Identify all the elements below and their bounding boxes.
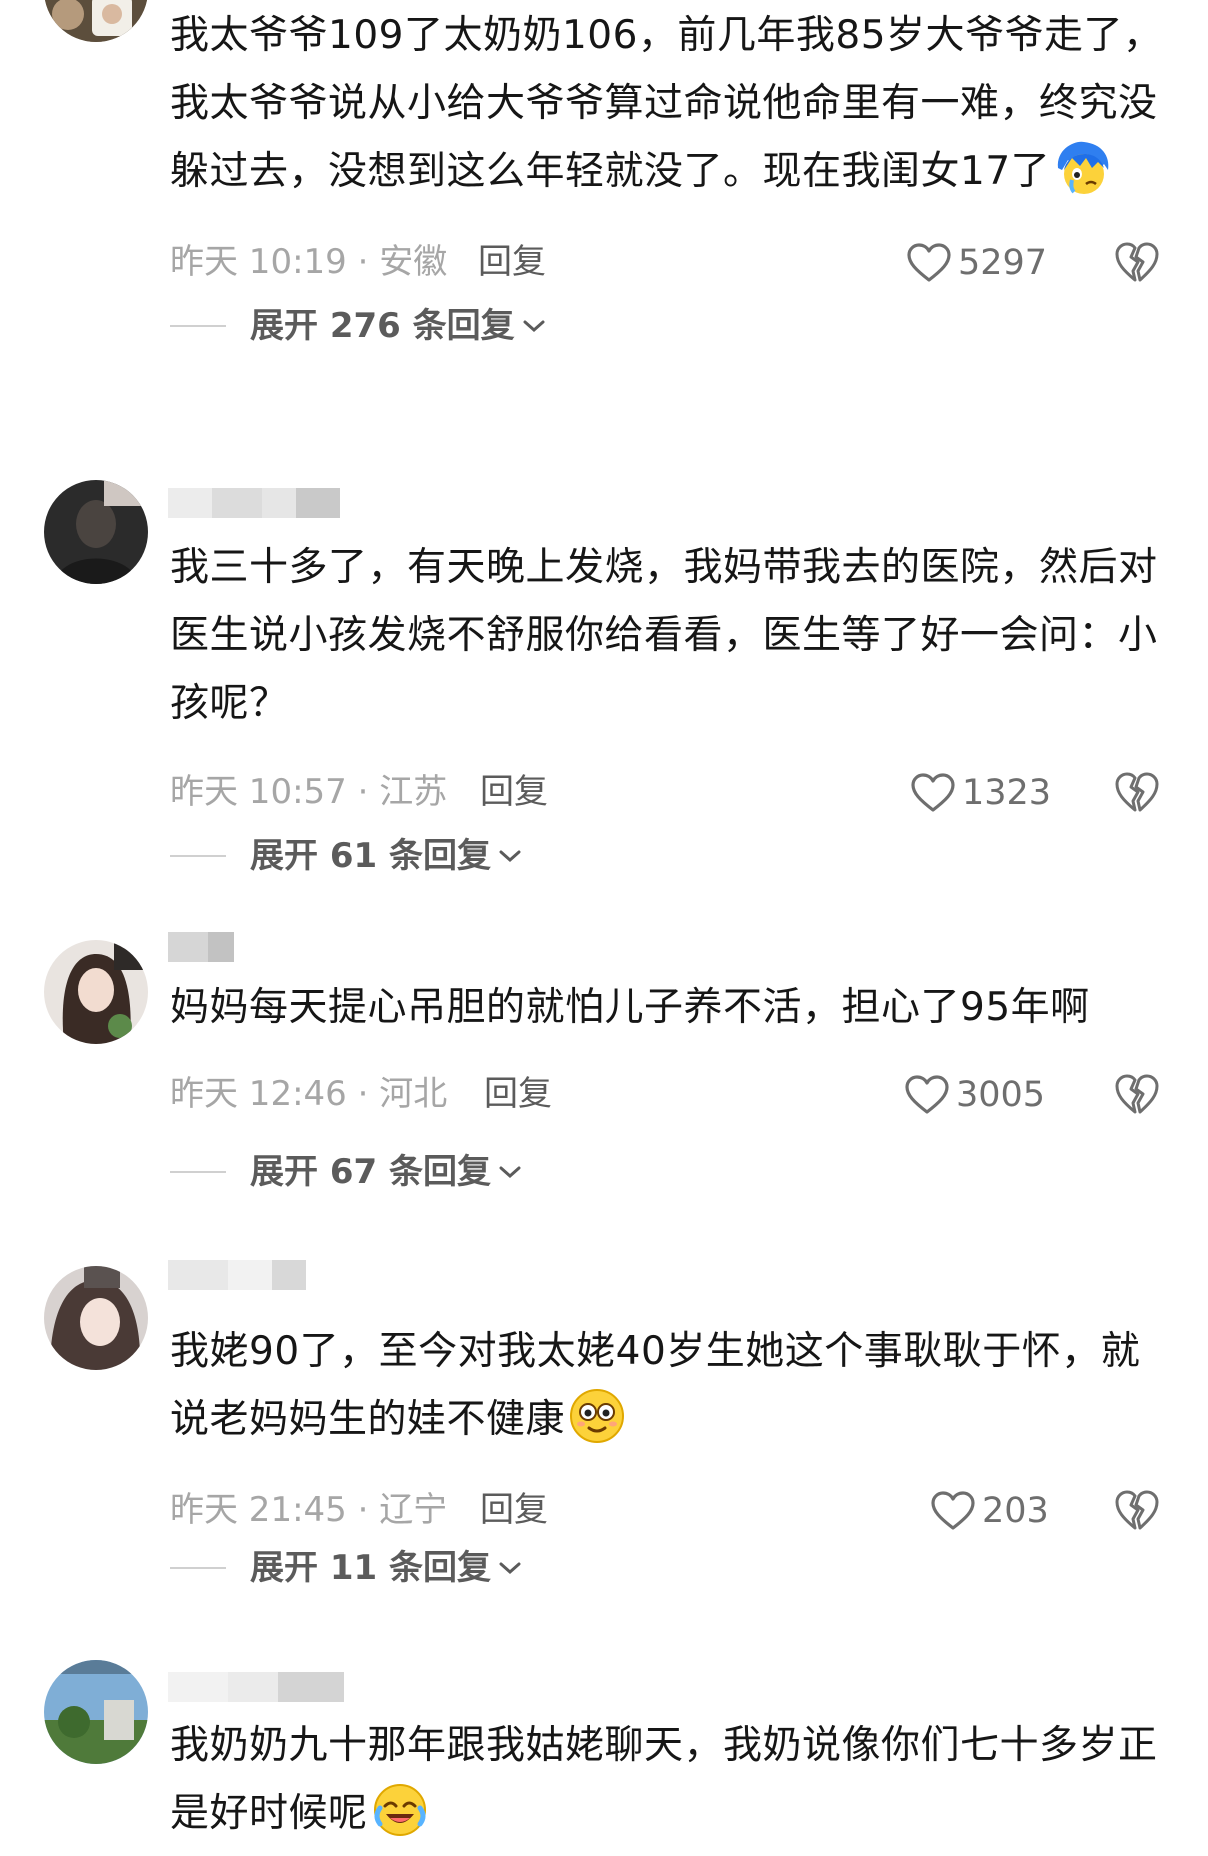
dislike-button[interactable] [1114, 1488, 1160, 1532]
divider-line [170, 855, 226, 857]
like-count: 3005 [956, 1075, 1046, 1115]
username-redacted [168, 1672, 344, 1706]
user-avatar[interactable] [44, 0, 148, 42]
comment-time-location: 昨天 10:19 · 安徽 [170, 242, 448, 282]
laughing-tears-emoji [372, 1782, 428, 1838]
user-avatar[interactable] [44, 940, 148, 1044]
comment-text: 我太爷爷109了太奶奶106，前几年我85岁大爷爷走了，我太爷爷说从小给大爷爷算… [170, 13, 1163, 196]
like-button[interactable]: 3005 [904, 1074, 1045, 1116]
user-avatar[interactable] [44, 480, 148, 584]
dislike-button[interactable] [1114, 770, 1160, 814]
like-button[interactable]: 5297 [906, 242, 1047, 284]
heart-outline-icon [911, 773, 955, 812]
comment-item-1: 我太爷爷109了太奶奶106，前几年我85岁大爷爷走了，我太爷爷说从小给大爷爷算… [0, 0, 1208, 370]
reply-button[interactable]: 回复 [478, 242, 546, 282]
username-redacted [168, 932, 234, 966]
username-redacted [168, 1260, 306, 1294]
comment-text: 我三十多了，有天晚上发烧，我妈带我去的医院，然后对医生说小孩发烧不舒服你给看看，… [170, 545, 1158, 726]
expand-replies-label: 展开 276 条回复 [250, 306, 515, 346]
chevron-down-icon [499, 1166, 521, 1179]
comment-item-5: 我奶奶九十那年跟我姑姥聊天，我奶说像你们七十多岁正是好时候呢 [0, 1652, 1208, 1856]
expand-replies[interactable]: 展开 11 条回复 [170, 1548, 523, 1588]
user-avatar[interactable] [44, 1266, 148, 1370]
like-button[interactable]: 1323 [910, 772, 1051, 814]
heart-outline-icon [907, 243, 951, 282]
comment-text: 我姥90了，至今对我太姥40岁生她这个事耿耿于怀，就说老妈妈生的娃不健康 [170, 1329, 1141, 1444]
username-redacted [168, 488, 340, 522]
reply-button[interactable]: 回复 [480, 772, 548, 812]
user-avatar[interactable] [44, 1660, 148, 1764]
like-count: 5297 [958, 243, 1048, 283]
expand-replies[interactable]: 展开 61 条回复 [170, 836, 523, 876]
broken-heart-icon [1115, 1490, 1159, 1530]
comment-item-4: 我姥90了，至今对我太姥40岁生她这个事耿耿于怀，就说老妈妈生的娃不健康 昨天 … [0, 1256, 1208, 1596]
broken-heart-icon [1115, 242, 1159, 282]
dislike-button[interactable] [1114, 240, 1160, 284]
comment-item-3: 妈妈每天提心吊胆的就怕儿子养不活，担心了95年啊 昨天 12:46 · 河北 回… [0, 930, 1208, 1210]
like-count: 1323 [962, 773, 1052, 813]
divider-line [170, 1171, 226, 1173]
broken-heart-icon [1115, 1074, 1159, 1114]
expand-replies[interactable]: 展开 67 条回复 [170, 1152, 523, 1192]
chevron-down-icon [523, 320, 545, 333]
chevron-down-icon [499, 850, 521, 863]
comment-time-location: 昨天 12:46 · 河北 [170, 1074, 448, 1114]
heart-outline-icon [931, 1491, 975, 1530]
expand-replies-label: 展开 61 条回复 [250, 836, 491, 876]
broken-heart-icon [1115, 772, 1159, 812]
like-button[interactable]: 203 [930, 1490, 1049, 1532]
comment-item-2: 我三十多了，有天晚上发烧，我妈带我去的医院，然后对医生说小孩发烧不舒服你给看看，… [0, 470, 1208, 876]
comment-time-location: 昨天 21:45 · 辽宁 [170, 1490, 448, 1530]
expand-replies-label: 展开 11 条回复 [250, 1548, 491, 1588]
crying-face-blue-hair-emoji [1054, 140, 1110, 196]
reply-button[interactable]: 回复 [480, 1490, 548, 1530]
divider-line [170, 325, 226, 327]
chevron-down-icon [499, 1562, 521, 1575]
comment-time-location: 昨天 10:57 · 江苏 [170, 772, 448, 812]
comment-list: 我太爷爷109了太奶奶106，前几年我85岁大爷爷走了，我太爷爷说从小给大爷爷算… [0, 0, 1208, 1856]
like-count: 203 [982, 1491, 1049, 1531]
heart-outline-icon [905, 1075, 949, 1114]
comment-text: 我奶奶九十那年跟我姑姥聊天，我奶说像你们七十多岁正是好时候呢 [170, 1723, 1158, 1838]
reply-button[interactable]: 回复 [484, 1074, 552, 1114]
dislike-button[interactable] [1114, 1072, 1160, 1116]
divider-line [170, 1567, 226, 1569]
expand-replies[interactable]: 展开 276 条回复 [170, 306, 547, 346]
comment-text: 妈妈每天提心吊胆的就怕儿子养不活，担心了95年啊 [170, 985, 1090, 1030]
expand-replies-label: 展开 67 条回复 [250, 1152, 491, 1192]
staring-eyes-emoji [569, 1388, 625, 1444]
